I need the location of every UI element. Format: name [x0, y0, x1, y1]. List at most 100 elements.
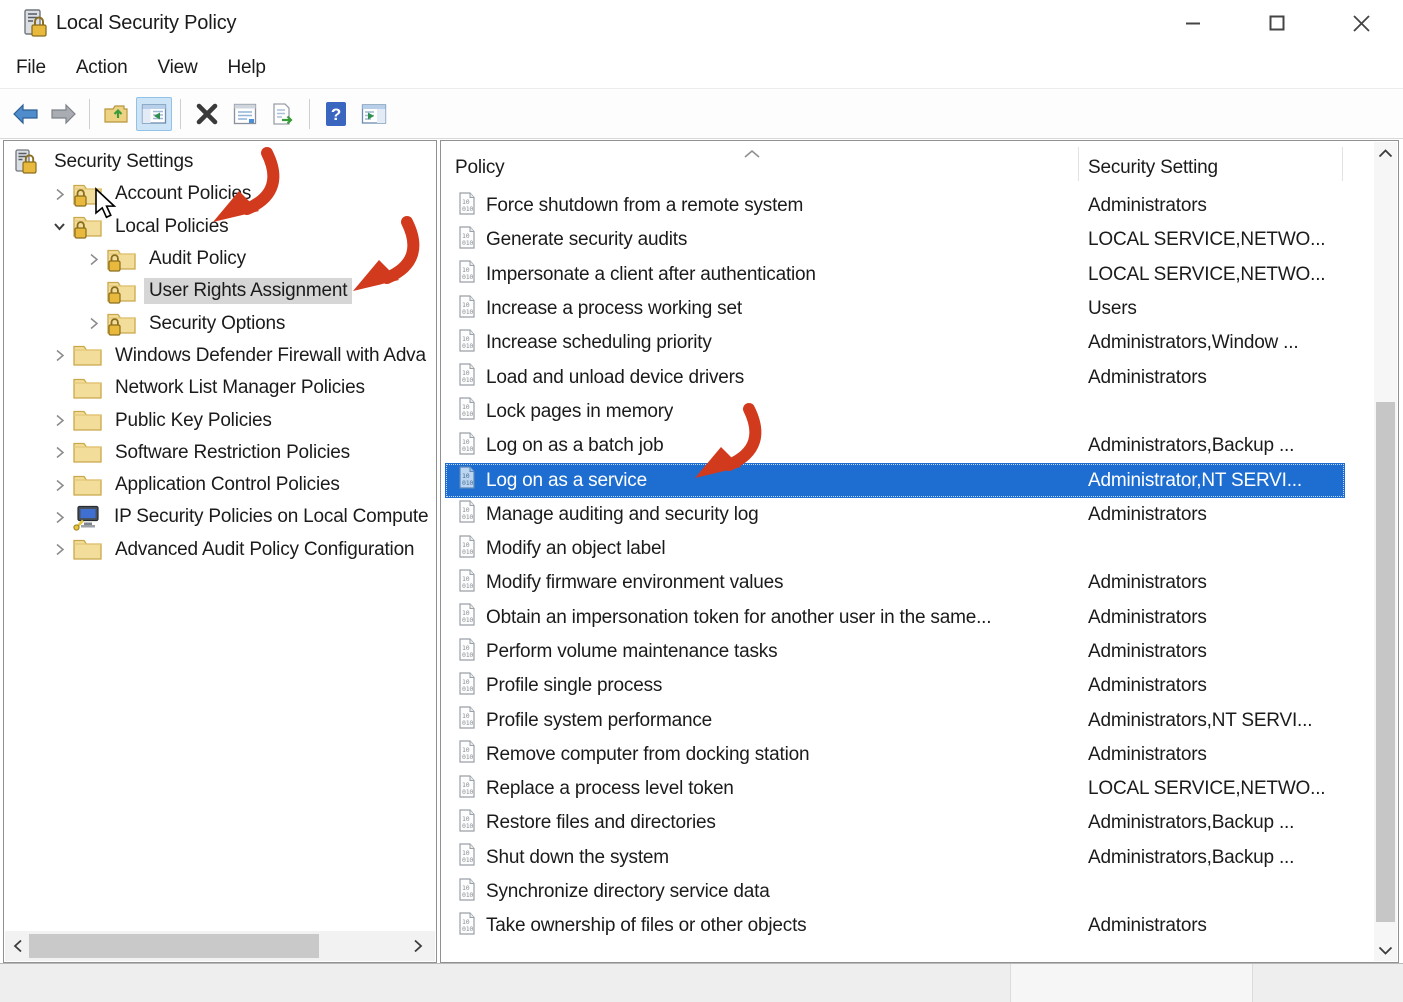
security-setting-value: Administrators,Backup ... [1088, 846, 1295, 868]
scroll-up-icon[interactable] [1374, 144, 1397, 162]
policy-row-generate-security-audits[interactable]: 10 010 Generate security audits LOCAL SERVI… [445, 223, 1345, 257]
policy-row-force-shutdown-from-a-remote-system[interactable]: 10 010 Force shutdown from a remote system… [445, 189, 1345, 223]
maximize-button[interactable] [1235, 0, 1319, 46]
security-setting-value: Administrators,Window ... [1088, 332, 1299, 354]
tree-item-label: Network List Manager Policies [115, 377, 365, 399]
policy-document-icon: 10 010 [457, 637, 477, 668]
policy-row-synchronize-directory-service-data[interactable]: 10 010 Synchronize directory service data [445, 875, 1345, 909]
delete-button[interactable] [189, 97, 225, 131]
back-button[interactable] [7, 97, 43, 131]
menu-help[interactable]: Help [213, 51, 279, 85]
close-button[interactable] [1319, 0, 1403, 46]
menu-bar: File Action View Help [0, 48, 1403, 89]
security-setting-value: Administrator,NT SERVI... [1088, 469, 1302, 491]
policy-name: Obtain an impersonation token for anothe… [486, 606, 992, 628]
policy-row-modify-firmware-environment-values[interactable]: 10 010 Modify firmware environment values A… [445, 566, 1345, 600]
menu-view[interactable]: View [143, 51, 211, 85]
policy-row-log-on-as-a-batch-job[interactable]: 10 010 Log on as a batch job Administrators… [445, 429, 1345, 463]
tree-item-label: Advanced Audit Policy Configuration [115, 538, 415, 560]
tree-item-local-policies[interactable]: Local Policies [4, 211, 436, 243]
policy-row-perform-volume-maintenance-tasks[interactable]: 10 010 Perform volume maintenance tasks Adm… [445, 635, 1345, 669]
policy-row-manage-auditing-and-security-log[interactable]: 10 010 Manage auditing and security log Adm… [445, 498, 1345, 532]
policy-row-log-on-as-a-service[interactable]: 10 010 Log on as a service Administrator,NT… [445, 463, 1345, 498]
up-one-level-button[interactable] [98, 97, 134, 131]
policy-row-increase-scheduling-priority[interactable]: 10 010 Increase scheduling priority Adminis… [445, 326, 1345, 360]
policy-document-icon: 10 010 [457, 671, 477, 702]
expander-expanded-icon[interactable] [46, 220, 72, 233]
svg-text:010: 010 [462, 205, 473, 213]
properties-icon [232, 102, 258, 126]
column-divider[interactable] [1342, 147, 1343, 181]
policy-row-load-and-unload-device-drivers[interactable]: 10 010 Load and unload device drivers Admin… [445, 360, 1345, 394]
policy-row-obtain-an-impersonation-token-for-another-user-in-the-same[interactable]: 10 010 Obtain an impersonation token for a… [445, 601, 1345, 635]
policy-row-lock-pages-in-memory[interactable]: 10 010 Lock pages in memory [445, 395, 1345, 429]
tree-item-windows-defender-firewall-with-adva[interactable]: Windows Defender Firewall with Adva [4, 340, 436, 372]
svg-text:010: 010 [462, 376, 473, 384]
properties-button[interactable] [227, 97, 263, 131]
policy-row-increase-a-process-working-set[interactable]: 10 010 Increase a process working set Users [445, 292, 1345, 326]
tree-horizontal-scrollbar[interactable] [5, 931, 435, 961]
folder-icon [72, 439, 103, 466]
expander-collapsed-icon[interactable] [80, 253, 106, 266]
expander-collapsed-icon[interactable] [46, 543, 72, 556]
forward-button[interactable] [45, 97, 81, 131]
tree-item-user-rights-assignment[interactable]: User Rights Assignment [4, 275, 436, 307]
export-list-button[interactable] [265, 97, 301, 131]
expander-collapsed-icon[interactable] [46, 511, 72, 524]
tree-item-public-key-policies[interactable]: Public Key Policies [4, 404, 436, 436]
expander-collapsed-icon[interactable] [46, 188, 72, 201]
policy-row-replace-a-process-level-token[interactable]: 10 010 Replace a process level token LOCAL … [445, 772, 1345, 806]
column-divider[interactable] [1078, 147, 1079, 181]
policy-row-remove-computer-from-docking-station[interactable]: 10 010 Remove computer from docking statio… [445, 738, 1345, 772]
tree-item-security-settings[interactable]: Security Settings [4, 146, 436, 178]
scroll-right-icon[interactable] [405, 931, 431, 961]
expander-collapsed-icon[interactable] [46, 414, 72, 427]
svg-text:010: 010 [462, 856, 473, 864]
tree-item-audit-policy[interactable]: Audit Policy [4, 243, 436, 275]
tree-scrollbar-thumb[interactable] [29, 934, 319, 958]
tree-item-account-policies[interactable]: Account Policies [4, 178, 436, 210]
column-header-security-setting[interactable]: Security Setting [1088, 157, 1218, 179]
menu-action[interactable]: Action [62, 51, 142, 85]
tree-item-application-control-policies[interactable]: Application Control Policies [4, 469, 436, 501]
policy-row-shut-down-the-system[interactable]: 10 010 Shut down the system Administrators,… [445, 841, 1345, 875]
scroll-down-icon[interactable] [1374, 941, 1397, 959]
expander-collapsed-icon[interactable] [46, 479, 72, 492]
list-vertical-scrollbar[interactable] [1374, 142, 1397, 961]
security-setting-value: Administrators [1088, 641, 1207, 662]
expander-collapsed-icon[interactable] [80, 317, 106, 330]
policy-document-icon: 10 010 [457, 328, 477, 359]
tree-item-network-list-manager-policies[interactable]: Network List Manager Policies [4, 372, 436, 404]
policy-row-profile-system-performance[interactable]: 10 010 Profile system performance Administr… [445, 703, 1345, 737]
tree-item-label: Windows Defender Firewall with Adva [115, 344, 426, 366]
tree-item-ip-security-policies-on-local-compute[interactable]: IP Security Policies on Local Compute [4, 501, 436, 533]
expander-collapsed-icon[interactable] [46, 446, 72, 459]
folder-lock-icon [106, 310, 137, 337]
svg-text:010: 010 [462, 822, 473, 830]
tree-item-label: Application Control Policies [115, 474, 340, 496]
folder-icon [72, 407, 103, 434]
title-bar: Local Security Policy [0, 0, 1403, 48]
tree-item-security-options[interactable]: Security Options [4, 307, 436, 339]
show-hide-action-pane-button[interactable] [356, 97, 392, 131]
policy-name: Load and unload device drivers [486, 366, 745, 388]
policy-row-impersonate-a-client-after-authentication[interactable]: 10 010 Impersonate a client after authenti… [445, 258, 1345, 292]
tree-item-label: User Rights Assignment [144, 278, 353, 305]
policy-row-profile-single-process[interactable]: 10 010 Profile single process Administrator… [445, 669, 1345, 703]
tree-item-advanced-audit-policy-configuration[interactable]: Advanced Audit Policy Configuration [4, 534, 436, 566]
list-scrollbar-thumb[interactable] [1376, 402, 1395, 922]
policy-row-take-ownership-of-files-or-other-objects[interactable]: 10 010 Take ownership of files or other ob… [445, 909, 1345, 943]
security-setting-value: LOCAL SERVICE,NETWO... [1088, 263, 1326, 285]
policy-name: Manage auditing and security log [486, 503, 759, 525]
minimize-button[interactable] [1151, 0, 1235, 46]
help-button[interactable]: ? [318, 97, 354, 131]
policy-row-modify-an-object-label[interactable]: 10 010 Modify an object label [445, 532, 1345, 566]
menu-file[interactable]: File [2, 51, 60, 85]
policy-row-restore-files-and-directories[interactable]: 10 010 Restore files and directories Admini… [445, 806, 1345, 840]
up-one-level-icon [103, 102, 129, 126]
show-hide-console-tree-button[interactable] [136, 97, 172, 131]
tree-item-software-restriction-policies[interactable]: Software Restriction Policies [4, 437, 436, 469]
scroll-left-icon[interactable] [5, 931, 31, 961]
expander-collapsed-icon[interactable] [46, 349, 72, 362]
column-header-policy[interactable]: Policy [455, 157, 505, 179]
